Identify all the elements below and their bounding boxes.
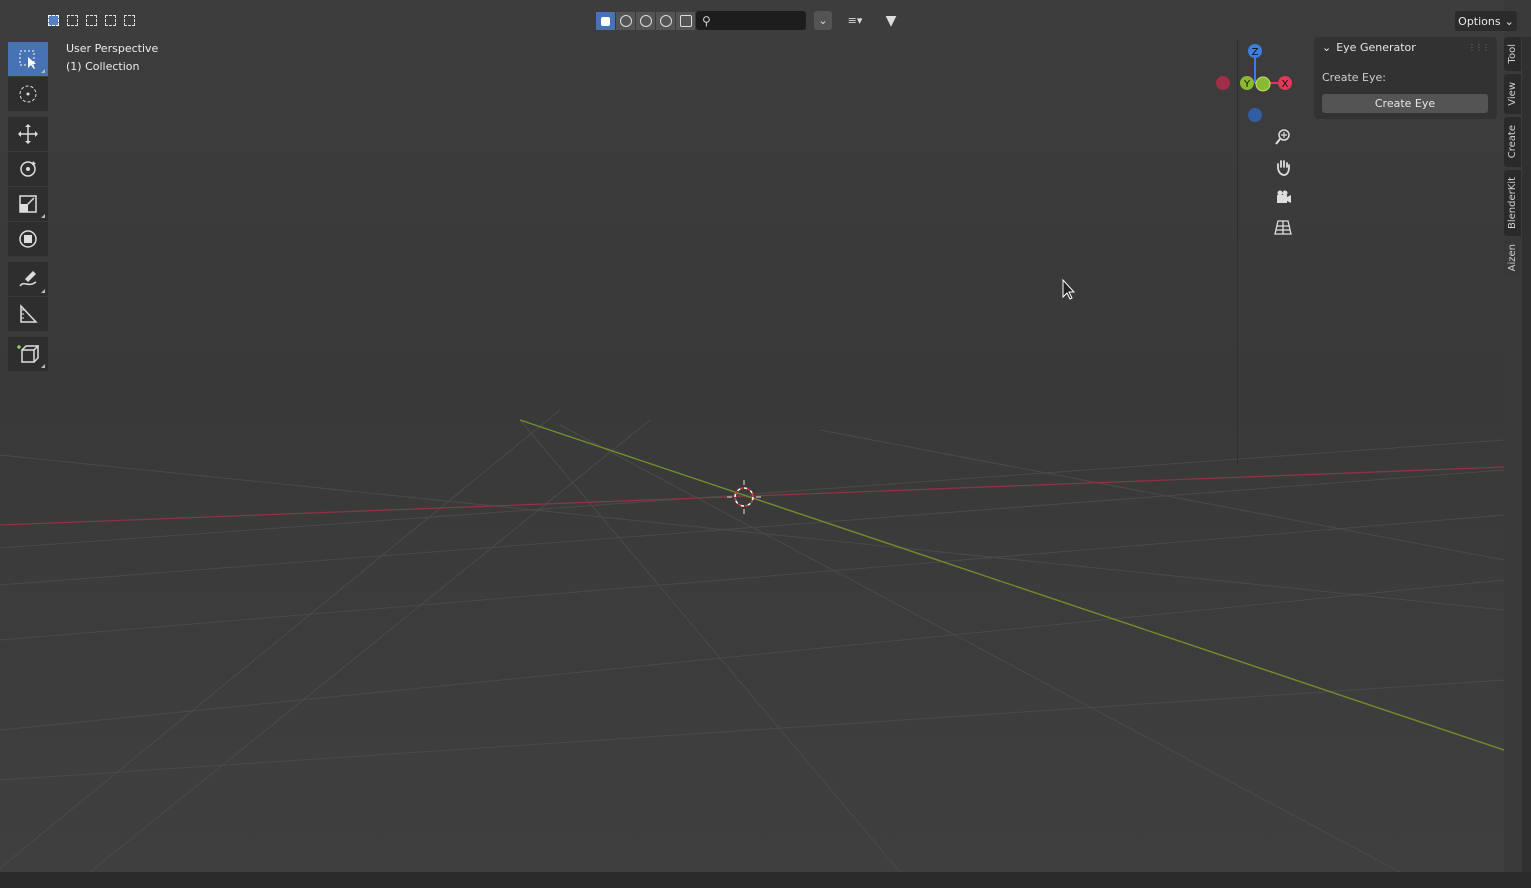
hand-pan-icon[interactable] bbox=[1268, 153, 1298, 181]
create-eye-label: Create Eye: bbox=[1322, 71, 1386, 84]
drag-grip-icon[interactable]: ⋮⋮⋮ bbox=[1468, 43, 1490, 52]
select-invert-icon[interactable] bbox=[101, 12, 120, 29]
eye-generator-panel: ⌄ Eye Generator ⋮⋮⋮ Create Eye: Create E… bbox=[1314, 37, 1497, 119]
viewport-header: ⚲ ⌄ ≡▾ ▼ Options ⌄ bbox=[0, 0, 1531, 40]
cursor-icon bbox=[19, 85, 37, 103]
add-cube-tool[interactable] bbox=[8, 337, 48, 371]
rotate-tool[interactable] bbox=[8, 152, 48, 186]
viewport-perspective-label: User Perspective bbox=[66, 42, 159, 55]
search-icon: ⚲ bbox=[702, 14, 711, 28]
search-input[interactable]: ⚲ bbox=[696, 11, 806, 30]
move-tool[interactable] bbox=[8, 117, 48, 151]
create-eye-button[interactable]: Create Eye bbox=[1322, 94, 1488, 113]
x-axis-line bbox=[0, 466, 1504, 526]
select-extend-icon[interactable] bbox=[63, 12, 82, 29]
scale-tool[interactable] bbox=[8, 187, 48, 221]
rendered-shading-icon[interactable] bbox=[656, 12, 676, 30]
navigation-gizmo[interactable]: Z X Y bbox=[1212, 40, 1302, 130]
options-dropdown[interactable]: Options ⌄ bbox=[1455, 11, 1517, 31]
zoom-icon[interactable] bbox=[1268, 123, 1298, 151]
transform-icon bbox=[19, 230, 37, 248]
selection-mode-group bbox=[44, 12, 139, 29]
tab-aizen-label: Aizen bbox=[1507, 244, 1518, 272]
cursor-tool[interactable] bbox=[8, 77, 48, 111]
solid-shading-icon[interactable] bbox=[616, 12, 636, 30]
transform-tool[interactable] bbox=[8, 222, 48, 256]
gizmo-x-label: X bbox=[1282, 79, 1289, 90]
viewport-collection-label: (1) Collection bbox=[66, 60, 140, 73]
tab-view-label: View bbox=[1507, 82, 1518, 106]
collapse-dropdown-icon[interactable]: ⌄ bbox=[814, 11, 832, 30]
rotate-icon bbox=[20, 161, 36, 177]
scale-icon bbox=[19, 195, 37, 213]
select-subtract-icon[interactable] bbox=[82, 12, 101, 29]
mouse-cursor-icon bbox=[1062, 278, 1076, 300]
select-box-tool[interactable] bbox=[8, 42, 48, 76]
material-shading-icon[interactable] bbox=[636, 12, 656, 30]
gizmo-y-label: Y bbox=[1243, 79, 1251, 90]
sidebar-scroll-strip[interactable] bbox=[1522, 37, 1531, 872]
tab-blenderkit-label: BlenderKit bbox=[1507, 177, 1518, 229]
chevron-down-icon: ⌄ bbox=[1504, 14, 1514, 28]
gizmo-z-label: Z bbox=[1252, 47, 1259, 58]
camera-view-icon[interactable] bbox=[1268, 183, 1298, 211]
select-box-icon bbox=[19, 50, 36, 69]
tab-create[interactable]: Create bbox=[1504, 117, 1521, 167]
select-intersect-icon[interactable] bbox=[120, 12, 139, 29]
tab-blenderkit[interactable]: BlenderKit bbox=[1504, 170, 1521, 236]
panel-title: Eye Generator bbox=[1336, 41, 1416, 54]
status-bar bbox=[0, 872, 1531, 888]
ortho-grid-icon[interactable] bbox=[1268, 213, 1298, 241]
panel-header[interactable]: ⌄ Eye Generator bbox=[1322, 41, 1416, 54]
measure-icon bbox=[20, 304, 38, 323]
move-icon bbox=[18, 124, 38, 144]
annotate-icon bbox=[19, 271, 37, 287]
tab-create-label: Create bbox=[1507, 125, 1518, 159]
hierarchy-filter-icon[interactable]: ≡▾ bbox=[840, 11, 870, 30]
options-label: Options bbox=[1458, 14, 1501, 28]
sidebar-tabs: Tool View Create BlenderKit Aizen bbox=[1504, 37, 1522, 280]
annotate-tool[interactable] bbox=[8, 262, 48, 296]
tab-aizen[interactable]: Aizen bbox=[1504, 239, 1521, 277]
object-types-icon[interactable] bbox=[596, 12, 616, 30]
shading-mode-group bbox=[596, 12, 696, 30]
tool-shelf bbox=[8, 40, 48, 372]
chevron-down-icon: ⌄ bbox=[1322, 41, 1332, 54]
tab-tool[interactable]: Tool bbox=[1504, 37, 1521, 71]
overlay-icon[interactable] bbox=[676, 12, 696, 30]
measure-tool[interactable] bbox=[8, 297, 48, 331]
add-cube-icon bbox=[17, 345, 39, 363]
tab-tool-label: Tool bbox=[1507, 44, 1518, 64]
filter-funnel-icon[interactable]: ▼ bbox=[876, 11, 906, 30]
tab-view[interactable]: View bbox=[1504, 74, 1521, 114]
select-new-icon[interactable] bbox=[44, 12, 63, 29]
